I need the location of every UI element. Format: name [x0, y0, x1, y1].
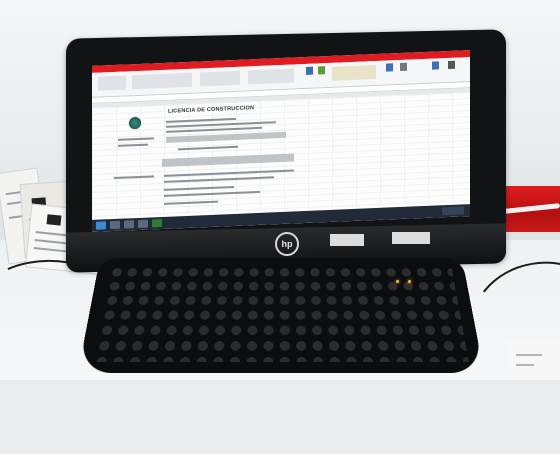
screen: LICENCIA DE CONSTRUCCION: [92, 50, 470, 232]
keyboard-led: [408, 280, 411, 283]
photo-scene: hp LICENCIA DE CONSTRUCCION: [0, 0, 560, 454]
keyboard: [77, 258, 485, 373]
keyboard-led: [396, 280, 399, 283]
note-paper: [508, 342, 560, 380]
hp-logo: hp: [275, 232, 299, 256]
spec-sticker: [392, 232, 430, 244]
keyboard-keys: [93, 266, 469, 362]
spec-sticker: [330, 234, 364, 246]
